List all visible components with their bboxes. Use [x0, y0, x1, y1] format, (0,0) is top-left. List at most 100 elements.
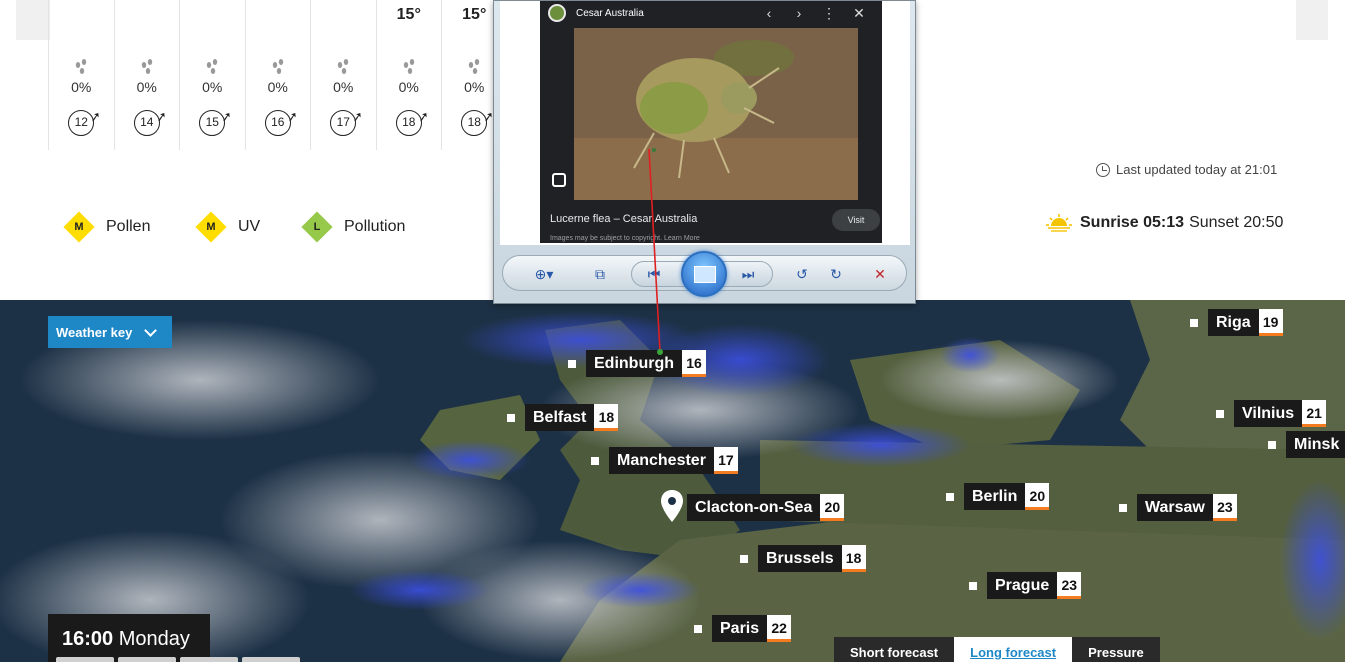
city-temp: 17	[713, 447, 738, 474]
city-temp: 20	[820, 494, 845, 521]
city-marker-brussels[interactable]: Brussels 18	[740, 545, 866, 572]
city-dot	[740, 554, 748, 563]
uv-indicator[interactable]: M UV	[196, 212, 302, 242]
delete-icon[interactable]: ✕	[865, 262, 895, 286]
hour-column[interactable]: 0% 12 ➚	[48, 0, 114, 150]
viewer-canvas: Cesar Australia ‹ › ⋮ ✕ Lucerne flea – C…	[500, 1, 910, 245]
previous-icon[interactable]: ⏮	[639, 262, 669, 286]
chevron-right-icon[interactable]: ›	[784, 5, 814, 21]
precip-chance: 0%	[398, 79, 419, 95]
hour-column[interactable]: 15° 0% 18 ➚	[375, 0, 442, 150]
wind-value: 14	[140, 115, 154, 129]
chevron-left-icon[interactable]: ‹	[754, 5, 784, 21]
chevron-down-icon	[144, 323, 158, 337]
city-marker-belfast[interactable]: Belfast 18	[507, 404, 619, 431]
city-marker-prague[interactable]: Prague 23	[969, 572, 1082, 599]
city-temp: 18	[841, 545, 866, 572]
sunset-text: Sunset 20:50	[1189, 214, 1284, 231]
rotate-right-icon[interactable]: ↻	[821, 262, 851, 286]
tab-short-forecast[interactable]: Short forecast	[834, 637, 955, 662]
city-dot	[1119, 503, 1127, 512]
city-marker-vilnius[interactable]: Vilnius 21	[1216, 400, 1327, 427]
zoom-icon[interactable]: ⊕▾	[529, 262, 559, 286]
rotate-left-icon[interactable]: ↺	[787, 262, 817, 286]
city-marker-minsk[interactable]: Minsk	[1268, 431, 1345, 458]
uv-label: UV	[238, 218, 261, 235]
tab-long-forecast[interactable]: Long forecast	[954, 637, 1073, 662]
map-tabs: Short forecast Long forecast Pressure	[834, 637, 1160, 662]
wind-arrow-icon: ➚	[416, 108, 430, 125]
wind-speed: 14 ➚	[133, 108, 168, 136]
city-marker-warsaw[interactable]: Warsaw 23	[1119, 494, 1237, 521]
wind-arrow-icon: ➚	[89, 108, 103, 125]
city-marker-edinburgh[interactable]: Edinburgh 16	[568, 350, 706, 377]
hour-column[interactable]: 0% 17 ➚	[310, 0, 376, 150]
city-dot	[591, 456, 599, 465]
more-icon[interactable]: ⋮	[814, 5, 844, 22]
wind-speed: 16 ➚	[264, 108, 299, 136]
city-temp: 18	[594, 404, 619, 431]
image-viewer-window[interactable]: Cesar Australia ‹ › ⋮ ✕ Lucerne flea – C…	[493, 0, 916, 304]
bottom-tab[interactable]	[242, 657, 300, 662]
next-icon[interactable]: ⏭	[733, 262, 763, 286]
raindrop-icon	[469, 59, 480, 74]
city-temp: 23	[1057, 572, 1082, 599]
close-icon[interactable]: ✕	[844, 5, 874, 22]
city-name: Edinburgh	[586, 350, 682, 377]
uv-level-icon: M	[196, 212, 226, 242]
wind-arrow-icon: ➚	[154, 108, 168, 125]
bottom-tab[interactable]	[56, 657, 114, 662]
city-marker-manchester[interactable]: Manchester 17	[591, 447, 738, 474]
wind-value: 15	[205, 115, 219, 129]
last-updated-text: Last updated today at 21:01	[1116, 162, 1278, 177]
map-day: Monday	[118, 628, 190, 650]
city-temp: 22	[767, 615, 792, 642]
city-temp: 16	[681, 350, 706, 377]
map-time-display: 16:00 Monday	[48, 614, 210, 662]
city-name: Clacton-on-Sea	[687, 494, 821, 521]
lens-icon[interactable]	[552, 173, 566, 187]
hour-column[interactable]: 0% 15 ➚	[179, 0, 245, 150]
tab-pressure[interactable]: Pressure	[1072, 637, 1160, 662]
hour-column[interactable]: 0% 16 ➚	[244, 0, 311, 150]
result-caption[interactable]: Lucerne flea – Cesar Australia	[550, 213, 697, 225]
visit-button[interactable]: Visit	[832, 209, 880, 231]
wind-arrow-icon: ➚	[285, 108, 299, 125]
weather-map[interactable]: Weather key Edinburgh 16 Belfast 18 Manche…	[0, 300, 1345, 662]
city-name: Belfast	[525, 404, 595, 431]
sunrise-icon	[1046, 214, 1072, 232]
raindrop-icon	[76, 59, 87, 74]
wind-arrow-icon: ➚	[220, 108, 234, 125]
weather-key-label: Weather key	[56, 324, 133, 340]
site-name: Cesar Australia	[576, 7, 644, 19]
city-marker-paris[interactable]: Paris 22	[694, 615, 792, 642]
raindrop-icon	[207, 59, 218, 74]
hour-column[interactable]: 0% 14 ➚	[113, 0, 180, 150]
city-name: Berlin	[964, 483, 1026, 510]
uv-level: M	[206, 221, 216, 233]
city-marker-berlin[interactable]: Berlin 20	[946, 483, 1050, 510]
city-temp: 19	[1258, 309, 1283, 336]
pollen-indicator[interactable]: M Pollen	[64, 212, 196, 242]
city-name: Riga	[1208, 309, 1259, 336]
flea-photo	[574, 28, 858, 200]
screenshot-content: Cesar Australia ‹ › ⋮ ✕ Lucerne flea – C…	[540, 1, 882, 243]
viewer-toolbar: ⊕▾ ⧉ ⏮ ⏭ ↺ ↻ ✕	[502, 251, 907, 297]
city-dot	[507, 413, 515, 422]
wind-value: 16	[271, 115, 285, 129]
city-marker-riga[interactable]: Riga 19	[1190, 309, 1283, 336]
fit-window-icon[interactable]: ⧉	[585, 262, 615, 286]
slideshow-icon[interactable]	[681, 251, 727, 297]
bottom-tab[interactable]	[118, 657, 176, 662]
city-dot	[694, 624, 702, 633]
city-marker-clacton[interactable]: Clacton-on-Sea 20	[687, 494, 845, 521]
wind-speed: 15 ➚	[199, 108, 233, 136]
weather-key-button[interactable]: Weather key	[48, 316, 172, 348]
pollen-level: M	[74, 221, 84, 233]
bottom-tab[interactable]	[180, 657, 238, 662]
pollution-indicator[interactable]: L Pollution	[302, 212, 406, 242]
copyright-notice: Images may be subject to copyright. Lear…	[550, 235, 700, 242]
hour-temp: 15°	[396, 6, 421, 23]
hourly-strip: 0% 12➚ 0% 14➚ 0% 15➚ 0% 16➚ 0% 17➚	[48, 0, 507, 150]
wind-speed: 12 ➚	[68, 108, 102, 136]
